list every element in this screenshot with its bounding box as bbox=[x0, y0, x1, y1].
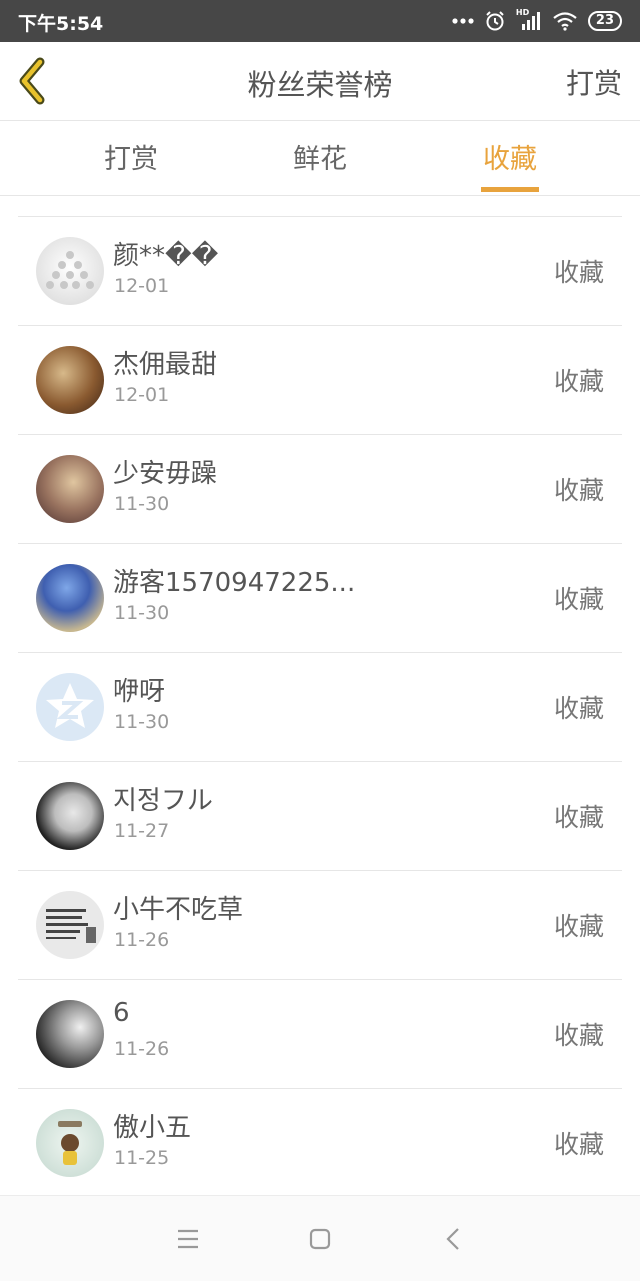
alarm-icon bbox=[486, 11, 504, 31]
home-square-icon bbox=[309, 1228, 331, 1250]
list-item[interactable]: 傲小五 11-25 收藏 bbox=[18, 1089, 622, 1198]
avatar bbox=[36, 891, 104, 959]
qq-zone-star-icon bbox=[46, 683, 94, 728]
item-date: 11-26 bbox=[114, 929, 170, 951]
list-item[interactable]: 少安毋躁 11-30 收藏 bbox=[18, 435, 622, 544]
tab-favorites[interactable]: 收藏 bbox=[481, 137, 539, 192]
favorite-label: 收藏 bbox=[553, 258, 604, 287]
list-item[interactable]: 지정フル 11-27 收藏 bbox=[18, 762, 622, 871]
item-date: 11-30 bbox=[114, 711, 170, 733]
list-item[interactable]: 杰佣最甜 12-01 收藏 bbox=[18, 326, 622, 435]
favorite-label: 收藏 bbox=[553, 803, 604, 832]
menu-icon bbox=[178, 1229, 198, 1249]
user-name: 傲小五 bbox=[113, 1113, 192, 1143]
favorite-label: 收藏 bbox=[553, 585, 604, 614]
avatar bbox=[36, 1109, 104, 1177]
system-nav-bar bbox=[0, 1195, 640, 1281]
menu-button[interactable] bbox=[170, 1221, 206, 1257]
favorite-label: 收藏 bbox=[553, 912, 604, 941]
system-back-button[interactable] bbox=[436, 1221, 472, 1257]
list-item[interactable]: 游客1570947225... 11-30 收藏 bbox=[18, 544, 622, 653]
item-date: 11-30 bbox=[114, 602, 170, 624]
list-item[interactable]: 咿呀 11-30 收藏 bbox=[18, 653, 622, 762]
item-date: 11-25 bbox=[114, 1147, 170, 1169]
list-item[interactable]: 小牛不吃草 11-26 收藏 bbox=[18, 871, 622, 980]
battery-indicator: 23 bbox=[587, 11, 622, 31]
avatar bbox=[36, 782, 104, 850]
avatar bbox=[36, 1000, 104, 1068]
tab-flowers[interactable]: 鲜花 bbox=[293, 137, 347, 176]
item-date: 12-01 bbox=[114, 384, 170, 406]
list-item[interactable]: 6 11-26 收藏 bbox=[18, 980, 622, 1089]
user-name: 颜**�� bbox=[113, 241, 219, 271]
user-name: 游客1570947225... bbox=[113, 568, 356, 598]
wifi-icon bbox=[553, 12, 577, 31]
home-button[interactable] bbox=[302, 1221, 338, 1257]
status-bar: 下午5:54 HD 23 bbox=[0, 0, 640, 42]
avatar bbox=[36, 346, 104, 414]
avatar bbox=[36, 564, 104, 632]
avatar bbox=[36, 237, 104, 305]
favorite-label: 收藏 bbox=[553, 1130, 604, 1159]
item-date: 11-27 bbox=[114, 820, 170, 842]
user-name: 小牛不吃草 bbox=[113, 895, 244, 925]
user-name: 杰佣最甜 bbox=[113, 350, 218, 380]
reward-button[interactable]: 打赏 bbox=[566, 62, 622, 102]
avatar bbox=[36, 455, 104, 523]
user-name: 6 bbox=[113, 998, 130, 1028]
tab-label: 打赏 bbox=[104, 144, 158, 175]
favorite-label: 收藏 bbox=[553, 694, 604, 723]
status-icons: HD 23 bbox=[452, 8, 622, 34]
list-item[interactable]: 颜**�� 12-01 收藏 bbox=[18, 217, 622, 326]
more-dots-icon bbox=[452, 18, 474, 24]
page-title: 粉丝荣誉榜 bbox=[247, 68, 393, 102]
avatar bbox=[36, 673, 104, 741]
user-name: 지정フル bbox=[113, 786, 213, 816]
signal-icon bbox=[521, 12, 540, 30]
favorite-label: 收藏 bbox=[553, 476, 604, 505]
user-name: 少安毋躁 bbox=[113, 459, 218, 489]
active-tab-indicator bbox=[481, 187, 539, 192]
tab-label: 收藏 bbox=[483, 144, 537, 175]
tab-bar: 打赏 鲜花 收藏 bbox=[0, 121, 640, 196]
status-time: 下午5:54 bbox=[18, 13, 104, 35]
header: 粉丝荣誉榜 打赏 bbox=[0, 42, 640, 121]
user-name: 咿呀 bbox=[113, 677, 166, 707]
item-date: 11-30 bbox=[114, 493, 170, 515]
tab-label: 鲜花 bbox=[293, 144, 347, 175]
fan-list: 颜**�� 12-01 收藏 杰佣最甜 12-01 收藏 少安毋躁 11-30 … bbox=[18, 216, 622, 1198]
favorite-label: 收藏 bbox=[553, 1021, 604, 1050]
favorite-label: 收藏 bbox=[553, 367, 604, 396]
item-date: 12-01 bbox=[114, 275, 170, 297]
tab-reward[interactable]: 打赏 bbox=[104, 137, 158, 176]
back-triangle-icon bbox=[446, 1228, 459, 1250]
item-date: 11-26 bbox=[114, 1038, 170, 1060]
